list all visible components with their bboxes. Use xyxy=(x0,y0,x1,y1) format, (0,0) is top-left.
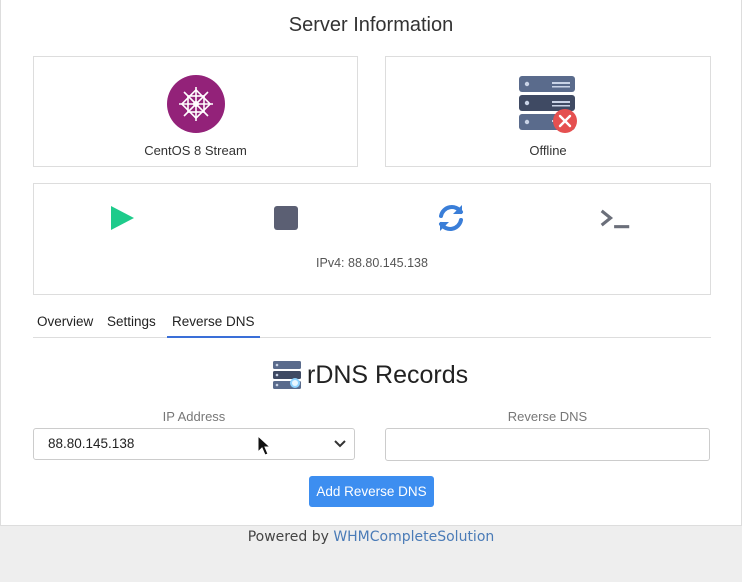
ipv4-address: IPv4: 88.80.145.138 xyxy=(316,256,428,270)
footer: Powered by WHMCompleteSolution xyxy=(0,529,742,545)
stop-icon[interactable] xyxy=(270,202,302,234)
page-title: Server Information xyxy=(288,14,454,36)
server-offline-icon xyxy=(519,76,577,133)
ip-address-value: 88.80.145.138 xyxy=(48,436,135,451)
play-icon[interactable] xyxy=(106,202,138,234)
tab-settings[interactable]: Settings xyxy=(107,305,156,336)
rdns-heading: rDNS Records xyxy=(273,359,468,391)
actions-card: IPv4: 88.80.145.138 xyxy=(33,183,711,295)
console-icon[interactable] xyxy=(599,202,631,234)
restart-icon[interactable] xyxy=(435,202,467,234)
centos-logo-icon xyxy=(167,75,225,133)
add-reverse-dns-button[interactable]: Add Reverse DNS xyxy=(309,476,434,507)
reverse-dns-input[interactable] xyxy=(385,428,710,461)
os-label: CentOS 8 Stream xyxy=(144,143,247,158)
server-icon xyxy=(273,361,301,389)
ip-address-label: IP Address xyxy=(162,409,226,424)
status-card: Offline xyxy=(385,56,711,167)
chevron-down-icon xyxy=(334,440,346,448)
tab-overview[interactable]: Overview xyxy=(37,305,93,336)
rdns-title: rDNS Records xyxy=(307,360,469,389)
tab-reverse-dns[interactable]: Reverse DNS xyxy=(167,305,260,338)
mouse-cursor-icon xyxy=(257,435,271,456)
footer-prefix: Powered by xyxy=(247,529,334,545)
tab-bar: Overview Settings Reverse DNS xyxy=(33,305,711,338)
server-info-panel: Server Information CentOS 8 Stream Offli… xyxy=(0,0,742,526)
status-label: Offline xyxy=(529,143,567,158)
ip-address-select[interactable]: 88.80.145.138 xyxy=(33,428,355,460)
os-card: CentOS 8 Stream xyxy=(33,56,358,167)
reverse-dns-label: Reverse DNS xyxy=(507,409,588,424)
footer-link[interactable]: WHMCompleteSolution xyxy=(333,529,494,545)
